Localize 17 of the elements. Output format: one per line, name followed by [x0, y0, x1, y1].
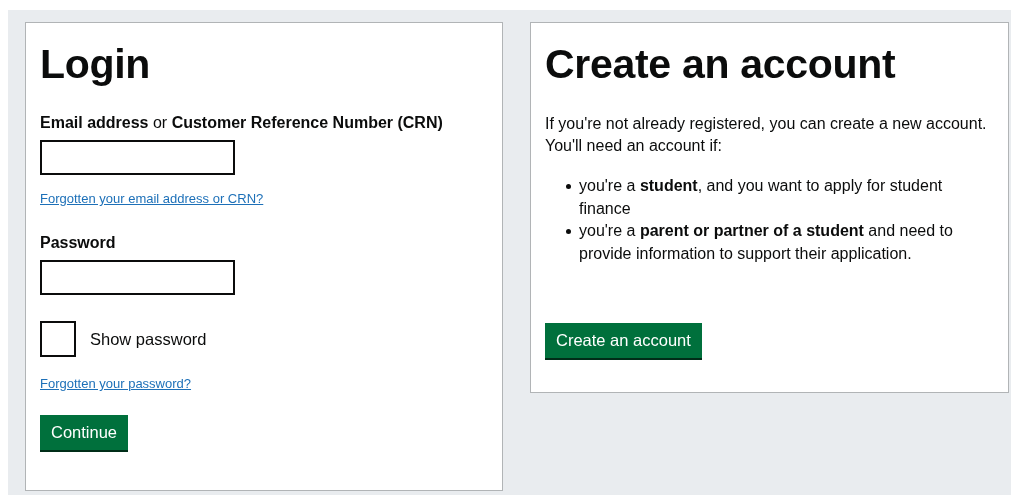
- email-input[interactable]: [40, 140, 235, 175]
- forgot-password-link[interactable]: Forgotten your password?: [40, 376, 192, 391]
- password-label: Password: [40, 233, 117, 253]
- login-heading: Login: [40, 41, 152, 87]
- bullet-icon: [566, 184, 571, 189]
- create-account-heading: Create an account: [545, 41, 897, 87]
- intro-text: If you're not already registered, you can create a new account.: [545, 114, 988, 134]
- show-password-checkbox[interactable]: [40, 321, 76, 357]
- list-item-text: you're a parent or partner of a student and need to provide information to support their application.: [579, 221, 954, 264]
- password-input[interactable]: [40, 260, 235, 295]
- email-label: Email address or Customer Reference Number (CRN): [40, 113, 444, 133]
- create-account-button[interactable]: Create an account: [545, 323, 702, 358]
- intro-text: You'll need an account if:: [545, 136, 723, 156]
- bullet-icon: [566, 229, 571, 234]
- continue-button[interactable]: Continue: [40, 415, 129, 450]
- forgot-email-link[interactable]: Forgotten your email address or CRN?: [40, 191, 264, 206]
- show-password-label: Show password: [90, 329, 207, 349]
